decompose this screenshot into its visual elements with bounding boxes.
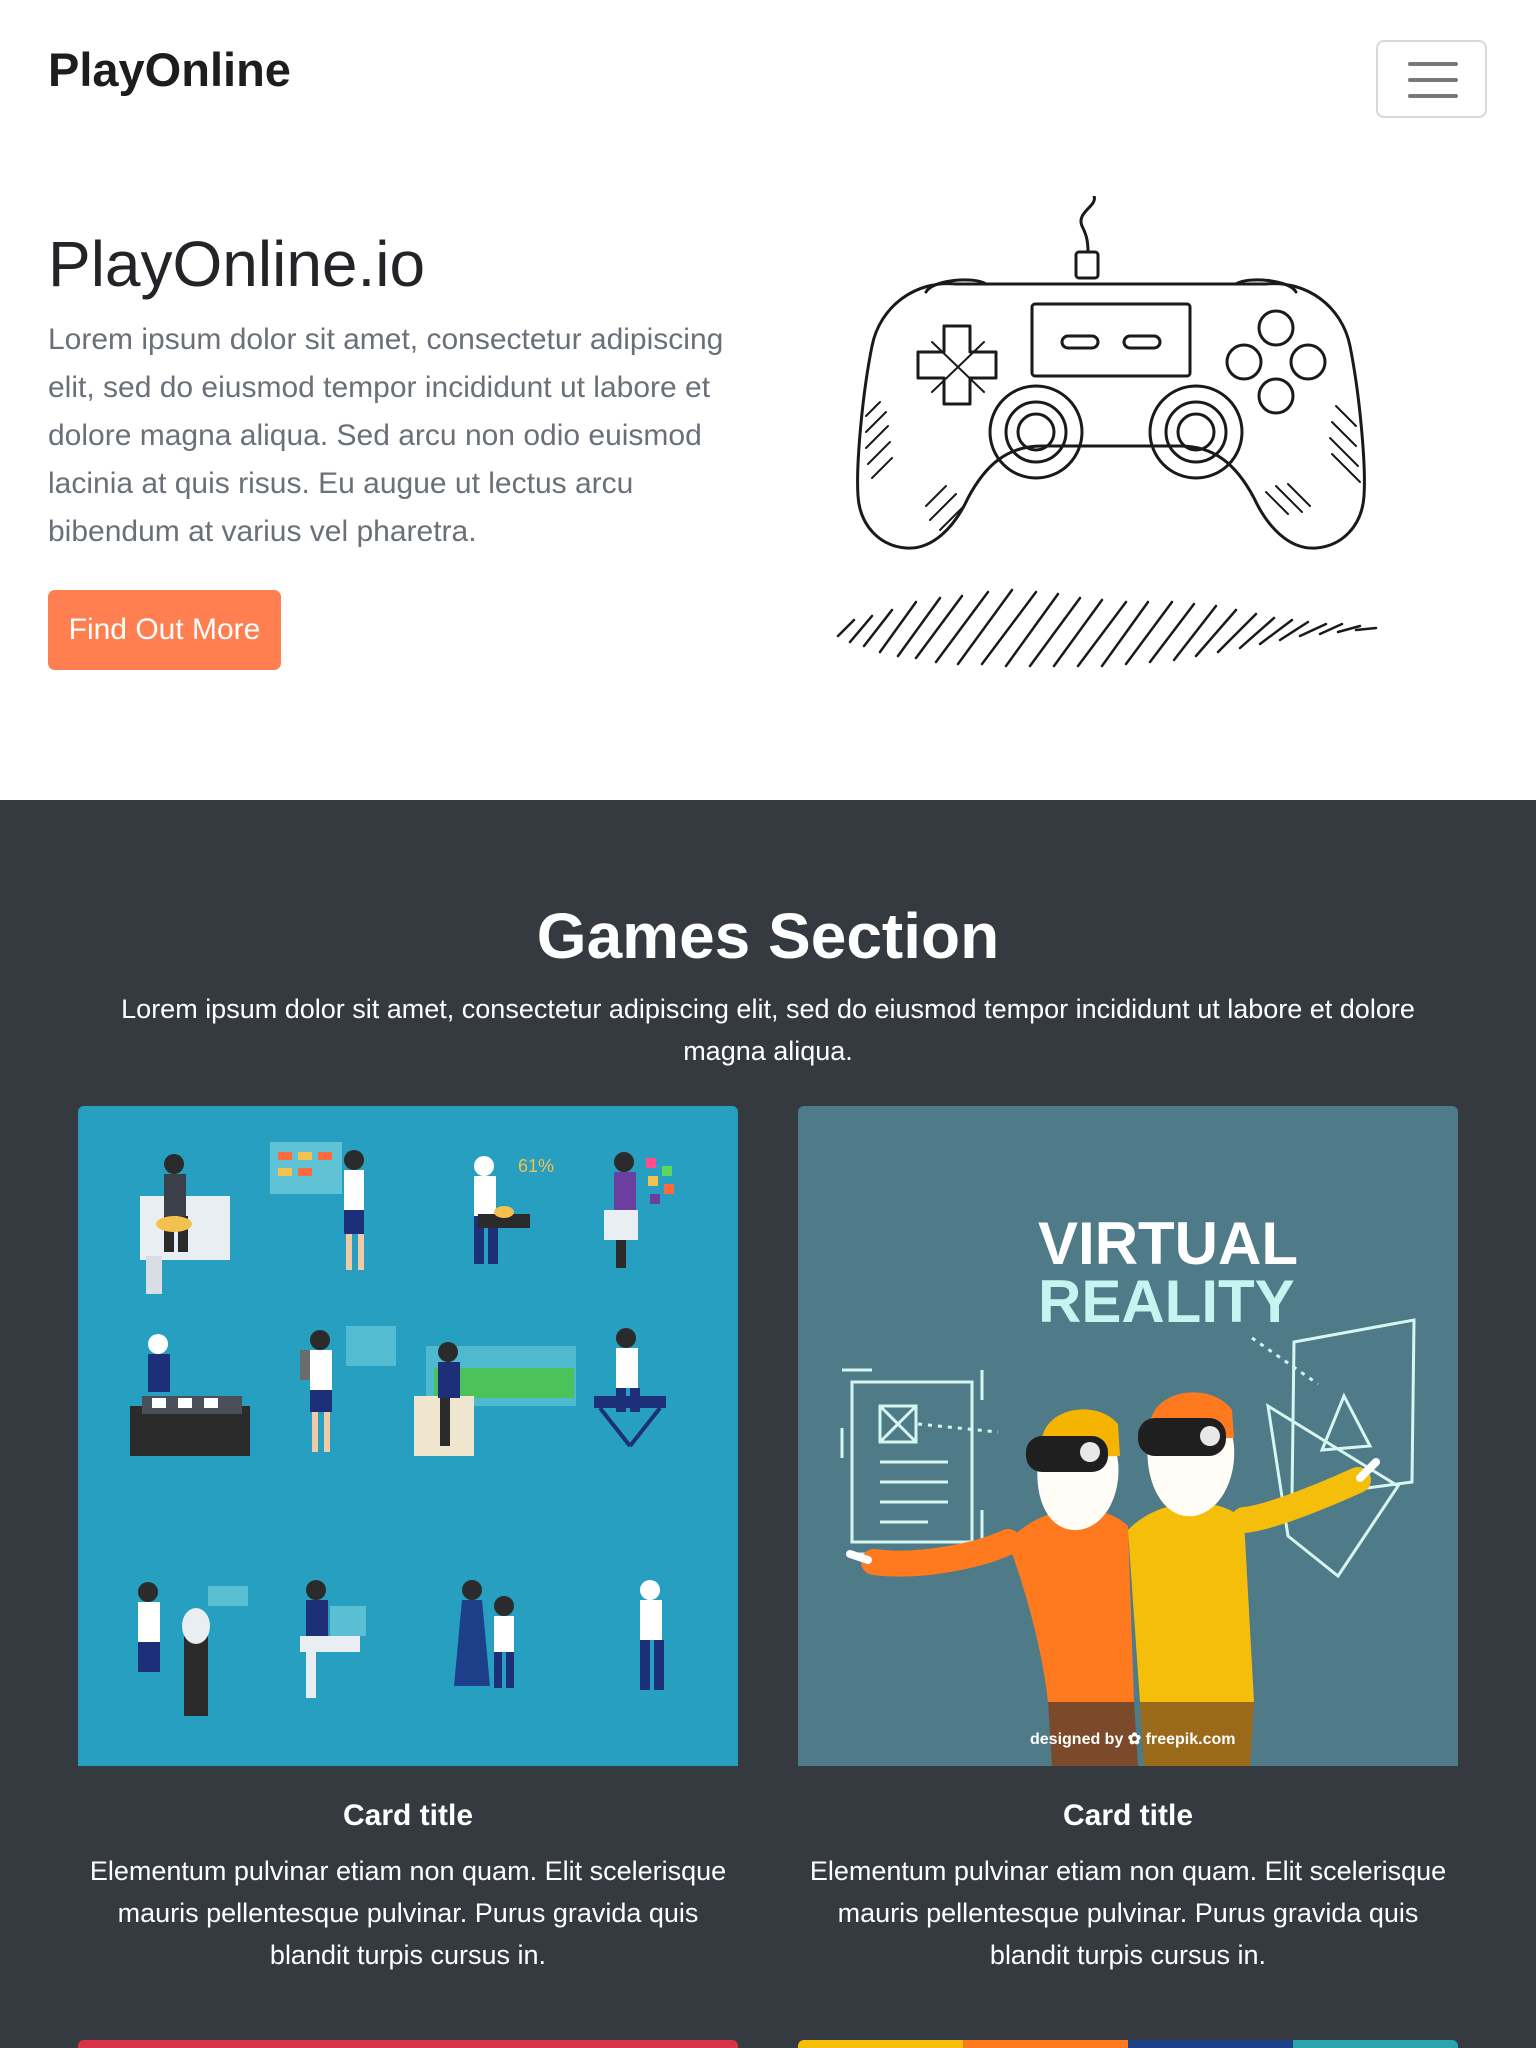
card-title: Card title	[342, 1799, 474, 1832]
game-card[interactable]: 61% Card title Elementum pulvinar etiam …	[78, 1106, 738, 1976]
hero-section: PlayOnline.io Lorem ipsum dolor sit amet…	[0, 140, 1536, 800]
game-card[interactable]: VIRTUAL REALITY designed by ✿ freepik.co…	[798, 1106, 1458, 1976]
card-text: Elementum pulvinar etiam non quam. Elit …	[89, 1856, 727, 1970]
brand-logo[interactable]: PlayOnline	[48, 40, 291, 100]
games-section-title: Games Section	[536, 900, 1000, 972]
card-title: Card title	[1062, 1799, 1194, 1832]
gamepad-illustration	[836, 196, 1378, 668]
game-card-next[interactable]	[78, 2040, 738, 2048]
hero-text: Lorem ipsum dolor sit amet, consectetur …	[48, 323, 724, 548]
games-section-description: Lorem ipsum dolor sit amet, consectetur …	[121, 994, 1415, 1066]
find-out-more-button[interactable]: Find Out More	[48, 590, 281, 670]
svg-text:61%: 61%	[518, 1156, 554, 1176]
image-credit: designed by ✿ freepik.com	[1030, 1731, 1235, 1748]
game-card-next[interactable]	[798, 2040, 1458, 2048]
games-section: Games Section Lorem ipsum dolor sit amet…	[0, 800, 1536, 2048]
vr-heading-line1: VIRTUAL	[1038, 1210, 1298, 1277]
vr-heading-line2: REALITY	[1038, 1268, 1295, 1335]
hero-title: PlayOnline.io	[48, 228, 426, 300]
virtual-reality-illustration: VIRTUAL REALITY designed by ✿ freepik.co…	[798, 1106, 1458, 1766]
navbar: PlayOnline	[0, 0, 1536, 140]
menu-toggle-button[interactable]	[1376, 40, 1487, 118]
isometric-people-illustration: 61%	[78, 1106, 738, 1766]
card-text: Elementum pulvinar etiam non quam. Elit …	[809, 1856, 1447, 1970]
